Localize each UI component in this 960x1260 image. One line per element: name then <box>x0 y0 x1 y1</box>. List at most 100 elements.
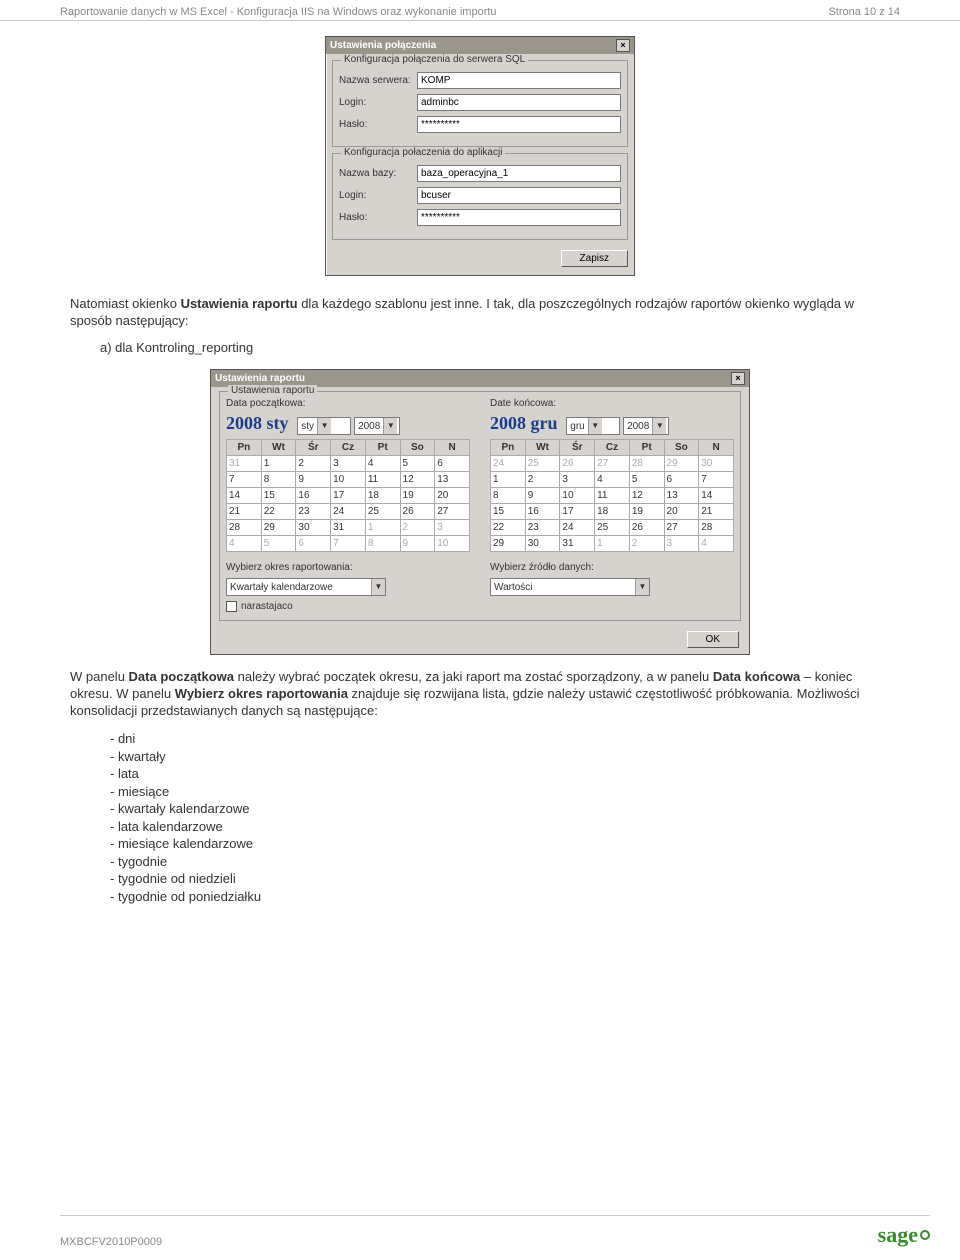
calendar-day-cell[interactable]: 25 <box>525 456 560 472</box>
calendar-day-cell[interactable]: 20 <box>664 504 699 520</box>
db-input[interactable] <box>417 165 621 182</box>
calendar-day-cell[interactable]: 15 <box>491 504 526 520</box>
calendar-day-cell[interactable]: 24 <box>560 520 595 536</box>
reporting-period-combo[interactable]: Kwartały kalendarzowe▼ <box>226 578 386 596</box>
calendar-day-cell[interactable]: 5 <box>629 472 664 488</box>
calendar-day-cell[interactable]: 22 <box>261 504 296 520</box>
calendar-day-cell[interactable]: 5 <box>261 536 296 552</box>
calendar-day-cell[interactable]: 7 <box>699 472 734 488</box>
calendar-day-cell[interactable]: 21 <box>699 504 734 520</box>
calendar-day-cell[interactable]: 5 <box>400 456 435 472</box>
calendar-day-cell[interactable]: 29 <box>491 536 526 552</box>
calendar-day-cell[interactable]: 29 <box>664 456 699 472</box>
calendar-day-cell[interactable]: 22 <box>491 520 526 536</box>
calendar-day-cell[interactable]: 27 <box>435 504 470 520</box>
calendar-day-cell[interactable]: 30 <box>699 456 734 472</box>
calendar-day-cell[interactable]: 11 <box>595 488 630 504</box>
calendar-day-cell[interactable]: 3 <box>560 472 595 488</box>
calendar-day-cell[interactable]: 19 <box>400 488 435 504</box>
calendar-day-cell[interactable]: 31 <box>560 536 595 552</box>
calendar-day-cell[interactable]: 6 <box>435 456 470 472</box>
calendar-day-cell[interactable]: 11 <box>365 472 400 488</box>
calendar-day-cell[interactable]: 20 <box>435 488 470 504</box>
calendar-day-cell[interactable]: 28 <box>227 520 262 536</box>
data-source-combo[interactable]: Wartości▼ <box>490 578 650 596</box>
close-icon[interactable]: × <box>731 372 745 385</box>
calendar-day-cell[interactable]: 4 <box>227 536 262 552</box>
calendar-day-cell[interactable]: 24 <box>491 456 526 472</box>
calendar-day-cell[interactable]: 9 <box>296 472 331 488</box>
calendar-day-cell[interactable]: 16 <box>525 504 560 520</box>
calendar-day-cell[interactable]: 15 <box>261 488 296 504</box>
calendar-day-cell[interactable]: 3 <box>435 520 470 536</box>
calendar-day-cell[interactable]: 31 <box>331 520 366 536</box>
calendar-day-cell[interactable]: 13 <box>664 488 699 504</box>
server-input[interactable] <box>417 72 621 89</box>
calendar-day-cell[interactable]: 8 <box>261 472 296 488</box>
calendar-day-cell[interactable]: 2 <box>400 520 435 536</box>
calendar-day-cell[interactable]: 29 <box>261 520 296 536</box>
calendar-day-cell[interactable]: 31 <box>227 456 262 472</box>
calendar-day-cell[interactable]: 30 <box>296 520 331 536</box>
calendar-day-cell[interactable]: 13 <box>435 472 470 488</box>
calendar-day-cell[interactable]: 14 <box>227 488 262 504</box>
calendar-day-cell[interactable]: 12 <box>629 488 664 504</box>
calendar-day-cell[interactable]: 28 <box>629 456 664 472</box>
calendar-day-cell[interactable]: 10 <box>560 488 595 504</box>
ok-button[interactable]: OK <box>687 631 739 648</box>
calendar-day-cell[interactable]: 27 <box>595 456 630 472</box>
calendar-day-cell[interactable]: 16 <box>296 488 331 504</box>
calendar-day-cell[interactable]: 4 <box>595 472 630 488</box>
calendar-day-cell[interactable]: 9 <box>400 536 435 552</box>
start-month-combo[interactable]: sty▼ <box>297 417 351 435</box>
start-calendar[interactable]: PnWtŚrCzPtSoN311234567891011121314151617… <box>226 439 470 552</box>
calendar-day-cell[interactable]: 2 <box>629 536 664 552</box>
cumulative-checkbox[interactable]: narastajaco <box>226 601 470 612</box>
calendar-day-cell[interactable]: 19 <box>629 504 664 520</box>
calendar-day-cell[interactable]: 17 <box>331 488 366 504</box>
calendar-day-cell[interactable]: 1 <box>491 472 526 488</box>
close-icon[interactable]: × <box>616 39 630 52</box>
calendar-day-cell[interactable]: 30 <box>525 536 560 552</box>
calendar-day-cell[interactable]: 10 <box>435 536 470 552</box>
app-password-input[interactable] <box>417 209 621 226</box>
calendar-day-cell[interactable]: 1 <box>261 456 296 472</box>
calendar-day-cell[interactable]: 25 <box>595 520 630 536</box>
calendar-day-cell[interactable]: 6 <box>296 536 331 552</box>
calendar-day-cell[interactable]: 10 <box>331 472 366 488</box>
calendar-day-cell[interactable]: 7 <box>331 536 366 552</box>
calendar-day-cell[interactable]: 4 <box>365 456 400 472</box>
calendar-day-cell[interactable]: 2 <box>296 456 331 472</box>
calendar-day-cell[interactable]: 23 <box>525 520 560 536</box>
calendar-day-cell[interactable]: 2 <box>525 472 560 488</box>
start-year-combo[interactable]: 2008▼ <box>354 417 400 435</box>
end-calendar[interactable]: PnWtŚrCzPtSoN242526272829301234567891011… <box>490 439 734 552</box>
calendar-day-cell[interactable]: 26 <box>560 456 595 472</box>
save-button[interactable]: Zapisz <box>561 250 628 267</box>
calendar-day-cell[interactable]: 17 <box>560 504 595 520</box>
calendar-day-cell[interactable]: 1 <box>365 520 400 536</box>
calendar-day-cell[interactable]: 26 <box>629 520 664 536</box>
calendar-day-cell[interactable]: 6 <box>664 472 699 488</box>
calendar-day-cell[interactable]: 1 <box>595 536 630 552</box>
calendar-day-cell[interactable]: 25 <box>365 504 400 520</box>
calendar-day-cell[interactable]: 9 <box>525 488 560 504</box>
calendar-day-cell[interactable]: 7 <box>227 472 262 488</box>
calendar-day-cell[interactable]: 8 <box>491 488 526 504</box>
end-year-combo[interactable]: 2008▼ <box>623 417 669 435</box>
calendar-day-cell[interactable]: 4 <box>699 536 734 552</box>
calendar-day-cell[interactable]: 8 <box>365 536 400 552</box>
calendar-day-cell[interactable]: 18 <box>365 488 400 504</box>
end-month-combo[interactable]: gru▼ <box>566 417 620 435</box>
calendar-day-cell[interactable]: 12 <box>400 472 435 488</box>
calendar-day-cell[interactable]: 28 <box>699 520 734 536</box>
calendar-day-cell[interactable]: 3 <box>331 456 366 472</box>
sql-password-input[interactable] <box>417 116 621 133</box>
calendar-day-cell[interactable]: 26 <box>400 504 435 520</box>
calendar-day-cell[interactable]: 21 <box>227 504 262 520</box>
calendar-day-cell[interactable]: 24 <box>331 504 366 520</box>
calendar-day-cell[interactable]: 23 <box>296 504 331 520</box>
calendar-day-cell[interactable]: 18 <box>595 504 630 520</box>
app-login-input[interactable] <box>417 187 621 204</box>
calendar-day-cell[interactable]: 3 <box>664 536 699 552</box>
